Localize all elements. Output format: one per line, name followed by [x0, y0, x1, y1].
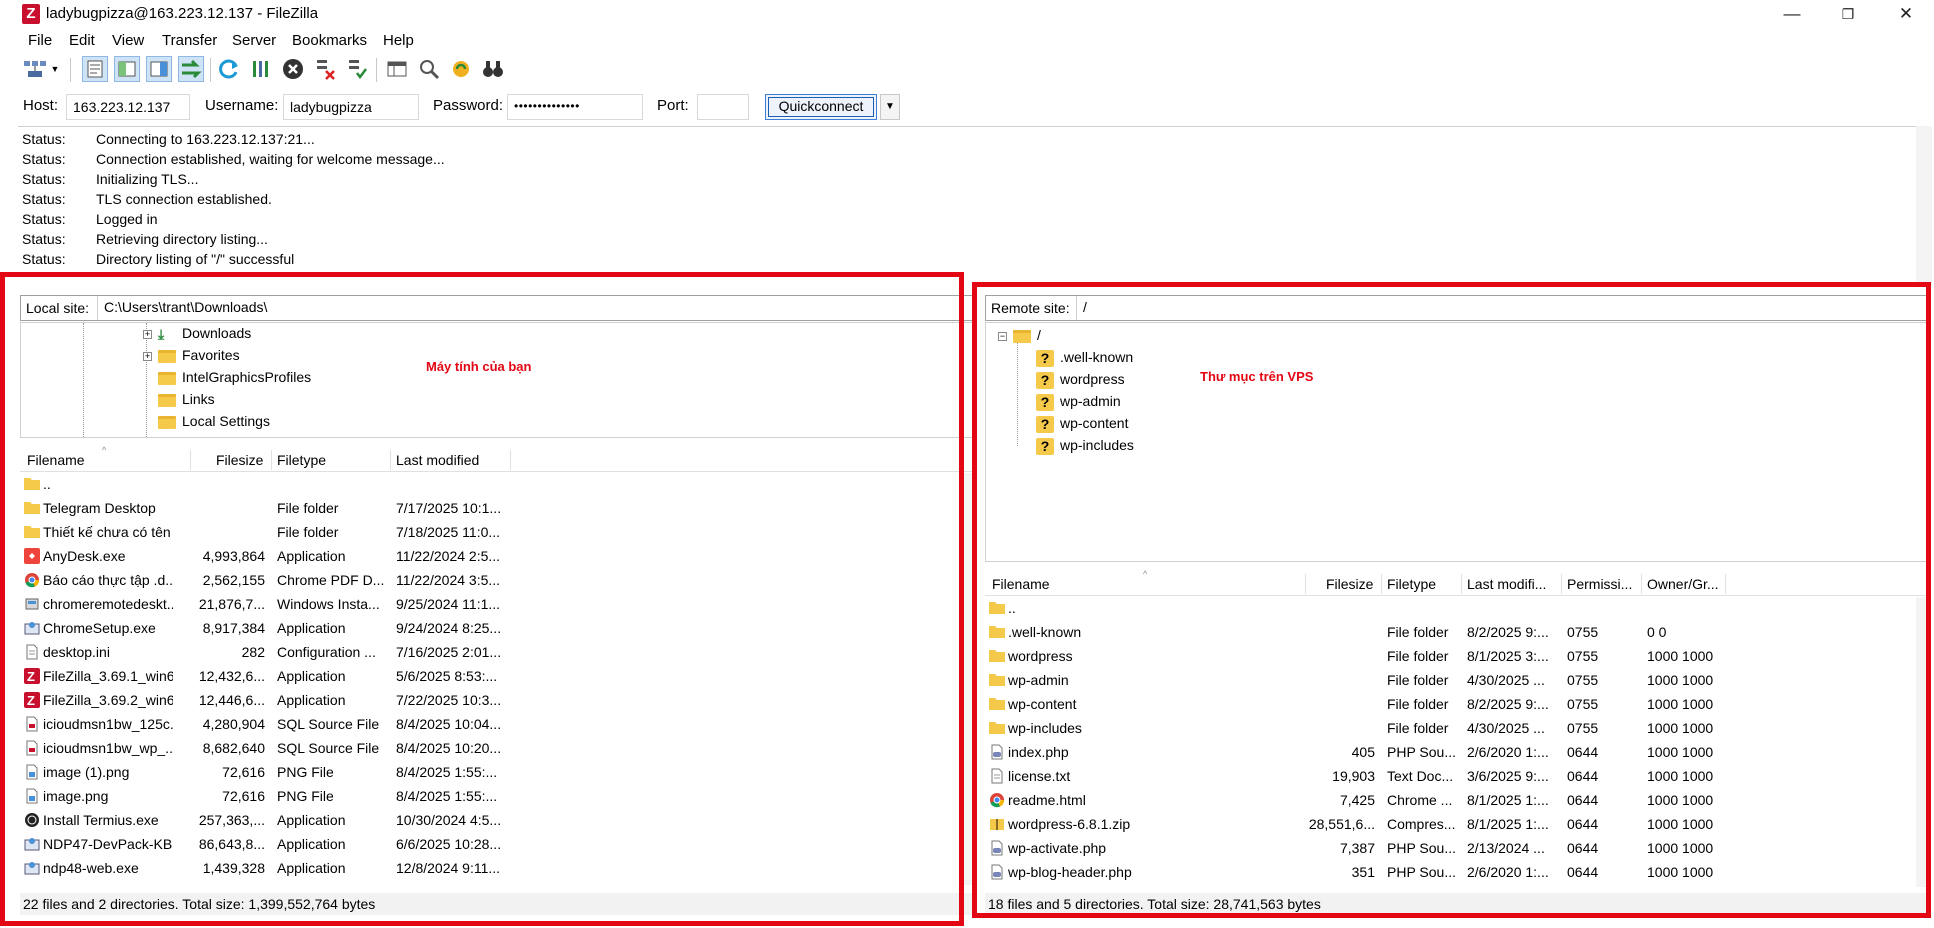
log-scrollbar[interactable] — [1916, 126, 1932, 286]
log-entry-status: Status: — [22, 151, 66, 167]
quickconnect-bar: Host: 163.223.12.137 Username: ladybugpi… — [0, 92, 1934, 122]
cancel-operation-icon[interactable] — [280, 56, 306, 82]
log-entry-message: Directory listing of "/" successful — [96, 251, 295, 267]
message-log: Status: Connecting to 163.223.12.137:21..… — [18, 126, 1930, 286]
binoculars-icon[interactable] — [480, 56, 506, 82]
log-entry-status: Status: — [22, 171, 66, 187]
menu-edit[interactable]: Edit — [69, 32, 95, 49]
quickconnect-dropdown-icon[interactable]: ▼ — [880, 94, 900, 120]
username-label: Username: — [205, 97, 279, 114]
menu-file[interactable]: File — [28, 32, 52, 49]
toolbar: ▼ — [0, 53, 1934, 87]
log-entry-message: Connecting to 163.223.12.137:21... — [96, 131, 315, 147]
menu-help[interactable]: Help — [383, 32, 414, 49]
disconnect-icon[interactable] — [312, 56, 338, 82]
menu-bar: File Edit View Transfer Server Bookmarks… — [0, 29, 1934, 53]
title-bar: Z ladybugpizza@163.223.12.137 - FileZill… — [0, 0, 1934, 28]
log-entry-status: Status: — [22, 231, 66, 247]
local-highlight-box — [0, 272, 964, 926]
host-label: Host: — [23, 97, 59, 114]
refresh-icon[interactable] — [216, 56, 242, 82]
toggle-remote-tree-icon[interactable] — [146, 56, 172, 82]
transfer-queue-icon[interactable] — [178, 56, 204, 82]
log-entry-message: TLS connection established. — [96, 191, 272, 207]
log-entry-status: Status: — [22, 131, 66, 147]
quickconnect-button[interactable]: Quickconnect — [765, 94, 877, 120]
menu-bookmarks[interactable]: Bookmarks — [292, 32, 367, 49]
remote-highlight-box — [972, 282, 1931, 918]
log-entry-message: Logged in — [96, 211, 158, 227]
log-entry-message: Retrieving directory listing... — [96, 231, 268, 247]
search-icon[interactable] — [416, 56, 442, 82]
log-entry-status: Status: — [22, 211, 66, 227]
maximize-button[interactable]: ❐ — [1826, 2, 1870, 26]
reconnect-icon[interactable] — [344, 56, 370, 82]
filezilla-logo-icon: Z — [22, 4, 40, 24]
menu-view[interactable]: View — [112, 32, 144, 49]
port-label: Port: — [657, 97, 689, 114]
process-queue-icon[interactable] — [248, 56, 274, 82]
password-field[interactable]: •••••••••••••• — [507, 94, 643, 120]
port-field[interactable] — [697, 94, 749, 120]
minimize-button[interactable]: — — [1770, 2, 1814, 26]
username-field[interactable]: ladybugpizza — [283, 94, 419, 120]
menu-transfer[interactable]: Transfer — [162, 32, 217, 49]
log-entry-message: Connection established, waiting for welc… — [96, 151, 445, 167]
close-button[interactable]: ✕ — [1884, 2, 1928, 26]
log-entry-status: Status: — [22, 191, 66, 207]
window-title: ladybugpizza@163.223.12.137 - FileZilla — [46, 5, 319, 22]
site-manager-icon[interactable] — [22, 56, 48, 82]
chevron-down-icon[interactable]: ▼ — [48, 56, 62, 82]
directory-filter-icon[interactable] — [384, 56, 410, 82]
password-label: Password: — [433, 97, 504, 114]
log-entry-message: Initializing TLS... — [96, 171, 199, 187]
sync-browsing-icon[interactable] — [448, 56, 474, 82]
menu-server[interactable]: Server — [232, 32, 276, 49]
toggle-local-tree-icon[interactable] — [114, 56, 140, 82]
toggle-log-icon[interactable] — [82, 56, 108, 82]
log-entry-status: Status: — [22, 251, 66, 267]
host-field[interactable]: 163.223.12.137 — [66, 94, 190, 120]
